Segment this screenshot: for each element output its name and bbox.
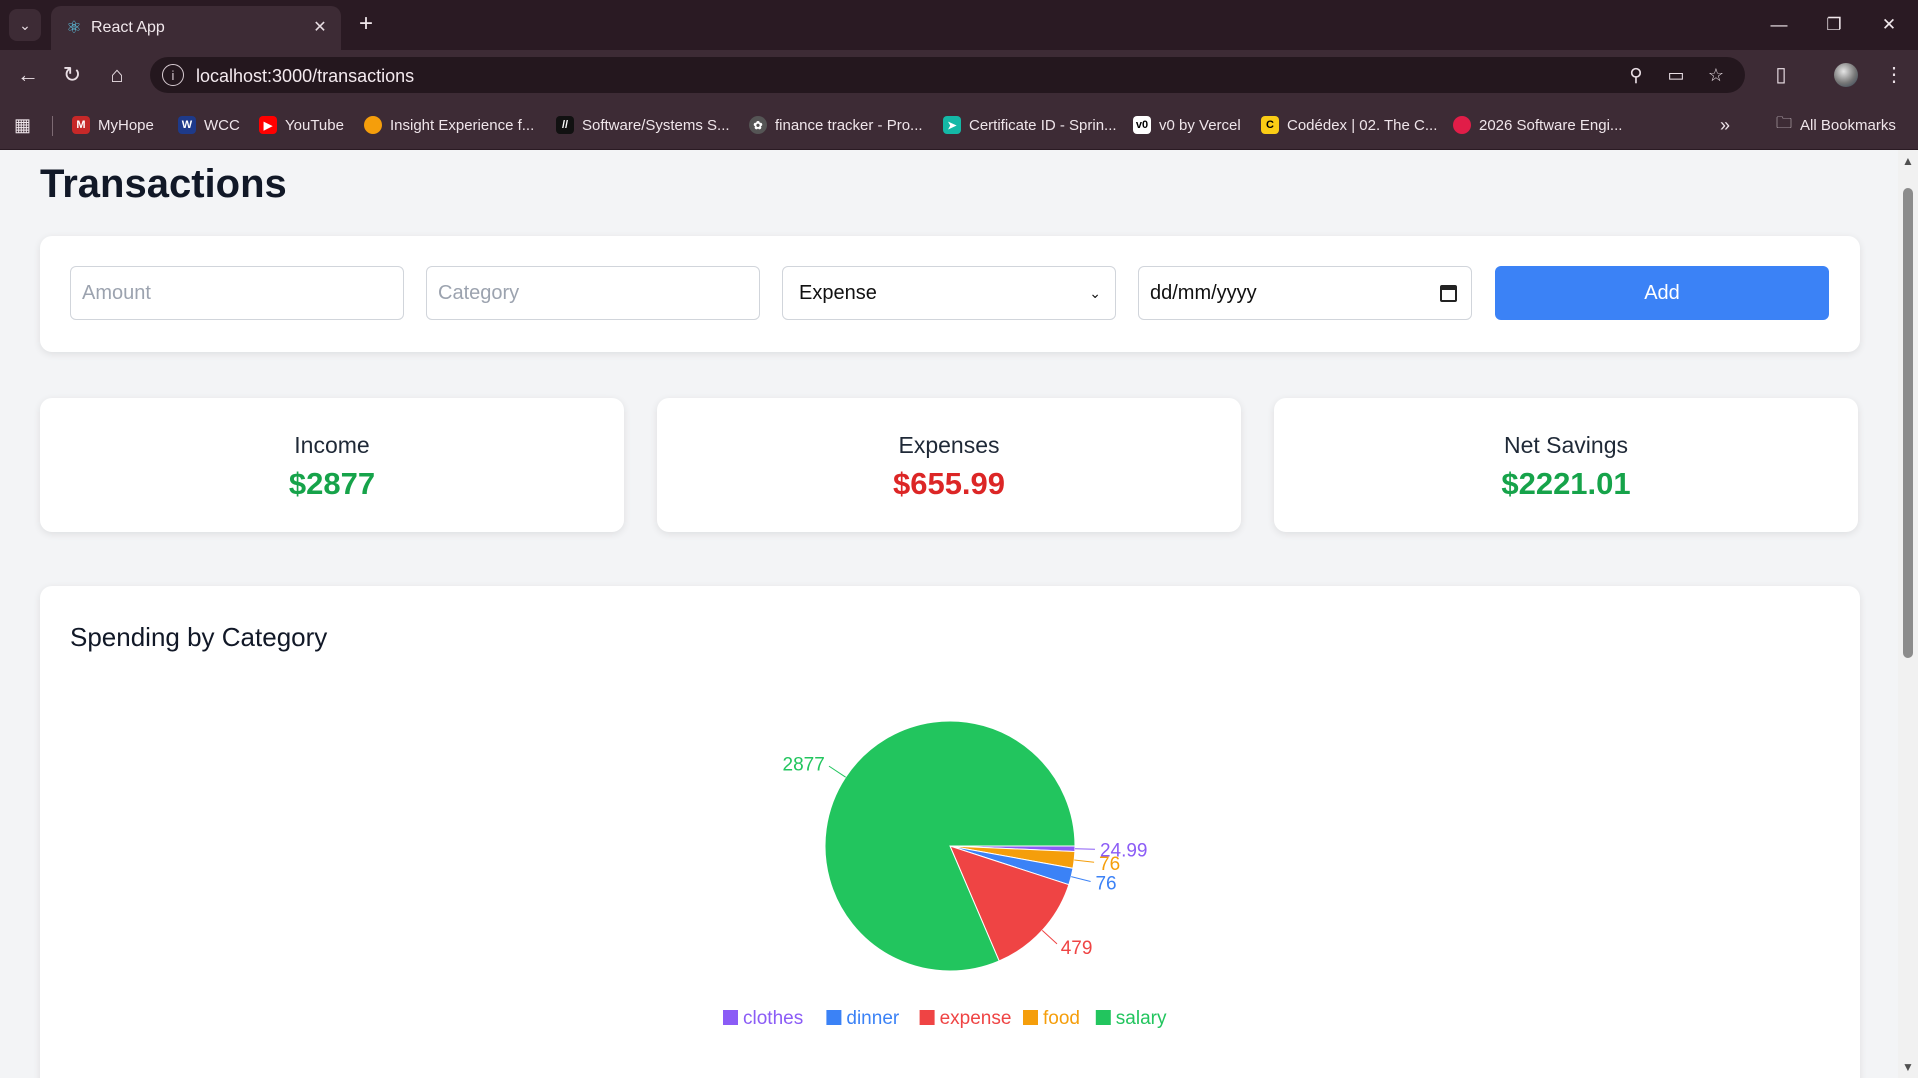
more-menu-icon[interactable]: ⋮ xyxy=(1879,60,1909,90)
pie-leader-line-food xyxy=(1074,859,1095,863)
install-app-icon[interactable]: ▭ xyxy=(1663,63,1689,87)
pie-value-label-salary: 2877 xyxy=(783,754,825,775)
legend-label-clothes: clothes xyxy=(743,1008,803,1029)
insight-icon xyxy=(364,116,382,134)
pie-leader-line-dinner xyxy=(1071,876,1091,882)
bookmark-codedex[interactable]: C Codédex | 02. The C... xyxy=(1261,113,1437,137)
password-key-icon[interactable]: ⚲ xyxy=(1623,63,1649,87)
bookmarks-overflow-icon[interactable]: » xyxy=(1720,113,1730,137)
net-savings-card: Net Savings $2221.01 xyxy=(1274,398,1858,532)
window-close-icon[interactable]: ✕ xyxy=(1866,8,1912,42)
pie-leader-line-salary xyxy=(828,765,846,778)
expenses-card: Expenses $655.99 xyxy=(657,398,1241,532)
youtube-icon: ▶ xyxy=(259,116,277,134)
legend-item-expense[interactable]: expense xyxy=(919,1008,1012,1029)
bookmark-software-engineering[interactable]: 2026 Software Engi... xyxy=(1453,113,1622,137)
browser-toolbar: ← ↻ ⌂ i localhost:3000/transactions ⚲ ▭ … xyxy=(0,50,1918,100)
date-placeholder: dd/mm/yyyy xyxy=(1150,281,1257,304)
oracle-icon xyxy=(1453,116,1471,134)
minimize-icon[interactable]: — xyxy=(1756,8,1802,42)
certificate-icon: ➤ xyxy=(943,116,961,134)
legend-swatch-salary xyxy=(1095,1010,1111,1025)
new-tab-icon[interactable]: + xyxy=(352,10,380,38)
scroll-thumb[interactable] xyxy=(1903,188,1913,658)
pie-value-label-food: 76 xyxy=(1099,854,1120,875)
expenses-label: Expenses xyxy=(898,432,1000,458)
scroll-down-arrow-icon[interactable]: ▼ xyxy=(1902,1060,1914,1074)
type-select-value: Expense xyxy=(799,281,877,304)
reload-icon[interactable]: ↻ xyxy=(57,60,87,90)
bookmark-insight-experience[interactable]: Insight Experience f... xyxy=(364,113,534,137)
bookmark-star-icon[interactable]: ☆ xyxy=(1703,63,1729,87)
codedex-icon: C xyxy=(1261,116,1279,134)
bookmark-myhope[interactable]: M MyHope xyxy=(72,113,154,137)
expenses-value: $655.99 xyxy=(892,466,1006,501)
legend-item-dinner[interactable]: dinner xyxy=(826,1008,900,1029)
browser-tab[interactable]: ⚛ React App ✕ xyxy=(51,6,341,50)
apps-grid-icon[interactable]: ▦ xyxy=(14,113,31,137)
legend-label-expense: expense xyxy=(940,1008,1012,1029)
address-bar[interactable]: i localhost:3000/transactions ⚲ ▭ ☆ xyxy=(150,57,1745,93)
all-bookmarks[interactable]: 🗀 All Bookmarks xyxy=(1776,113,1896,137)
add-button[interactable]: Add xyxy=(1495,266,1829,320)
legend-item-food[interactable]: food xyxy=(1023,1008,1080,1029)
legend-label-salary: salary xyxy=(1116,1008,1167,1029)
tab-search-chevron-icon[interactable]: ⌄ xyxy=(9,9,41,41)
wcc-icon: W xyxy=(178,116,196,134)
legend-item-clothes[interactable]: clothes xyxy=(723,1008,803,1029)
folder-icon: 🗀 xyxy=(1776,114,1793,132)
legend-swatch-clothes xyxy=(723,1010,738,1025)
bookmark-finance-tracker[interactable]: ✿ finance tracker - Pro... xyxy=(749,113,923,137)
date-input[interactable]: dd/mm/yyyy xyxy=(1138,266,1472,320)
legend-label-dinner: dinner xyxy=(846,1008,899,1029)
bookmark-wcc[interactable]: W WCC xyxy=(178,113,240,137)
income-value: $2877 xyxy=(288,466,376,501)
scroll-up-arrow-icon[interactable]: ▲ xyxy=(1902,154,1914,168)
amount-input[interactable] xyxy=(70,266,404,320)
net-savings-value: $2221.01 xyxy=(1501,466,1631,501)
legend-swatch-expense xyxy=(919,1010,935,1025)
pie-leader-line-expense xyxy=(1041,929,1058,945)
chevron-down-icon: ⌄ xyxy=(1089,284,1101,301)
page-scrollbar[interactable]: ▲ ▼ xyxy=(1898,150,1918,1078)
bookmark-v0-vercel[interactable]: v0 v0 by Vercel xyxy=(1133,113,1241,137)
net-savings-label: Net Savings xyxy=(1503,432,1628,458)
site-info-icon[interactable]: i xyxy=(162,64,184,86)
category-input[interactable] xyxy=(426,266,760,320)
pie-value-label-dinner: 76 xyxy=(1095,874,1116,895)
react-icon: ⚛ xyxy=(66,18,82,37)
bookmark-software-systems[interactable]: //Software/Systems S... xyxy=(556,113,730,137)
bookmark-youtube[interactable]: ▶ YouTube xyxy=(259,113,344,137)
browser-tab-bar: ⌄ ⚛ React App ✕ + — ❐ ✕ xyxy=(0,0,1918,50)
income-card: Income $2877 xyxy=(40,398,624,532)
legend-item-salary[interactable]: salary xyxy=(1095,1008,1167,1029)
tab-close-icon[interactable]: ✕ xyxy=(309,17,331,39)
restore-icon[interactable]: ❐ xyxy=(1811,8,1857,42)
page-viewport: Transactions Expense ⌄ dd/mm/yyyy Add In… xyxy=(0,150,1898,1078)
spending-chart-card: Spending by Category 24.99 76 76 479 2877 clo… xyxy=(40,586,1860,1078)
legend-swatch-food xyxy=(1023,1010,1038,1025)
type-select[interactable]: Expense ⌄ xyxy=(782,266,1116,320)
income-label: Income xyxy=(294,432,370,458)
bookmarks-bar: ▦ M MyHope W WCC ▶ YouTube Insight Experien… xyxy=(0,100,1918,150)
v0-icon: v0 xyxy=(1133,116,1151,134)
chatgpt-icon: ✿ xyxy=(749,116,767,134)
tab-title: React App xyxy=(91,19,165,36)
add-transaction-form: Expense ⌄ dd/mm/yyyy Add xyxy=(40,236,1860,352)
software-systems-icon: // xyxy=(556,116,574,134)
legend-swatch-dinner xyxy=(826,1010,842,1025)
home-icon[interactable]: ⌂ xyxy=(102,60,132,90)
bookmarks-separator xyxy=(52,116,53,136)
calendar-icon[interactable] xyxy=(1440,284,1457,302)
legend-label-food: food xyxy=(1043,1008,1080,1029)
extensions-puzzle-icon[interactable]: ▯ xyxy=(1766,60,1796,90)
pie-value-label-expense: 479 xyxy=(1061,938,1093,959)
page-title: Transactions xyxy=(40,162,287,206)
spending-pie-chart: 24.9976764792877clothes dinner expense food… xyxy=(723,720,1167,1029)
profile-avatar[interactable] xyxy=(1834,63,1858,87)
back-arrow-icon[interactable]: ← xyxy=(13,60,43,90)
bookmark-certificate-id[interactable]: ➤ Certificate ID - Sprin... xyxy=(943,113,1117,137)
url-text[interactable]: localhost:3000/transactions xyxy=(196,66,414,87)
myhope-icon: M xyxy=(72,116,90,134)
